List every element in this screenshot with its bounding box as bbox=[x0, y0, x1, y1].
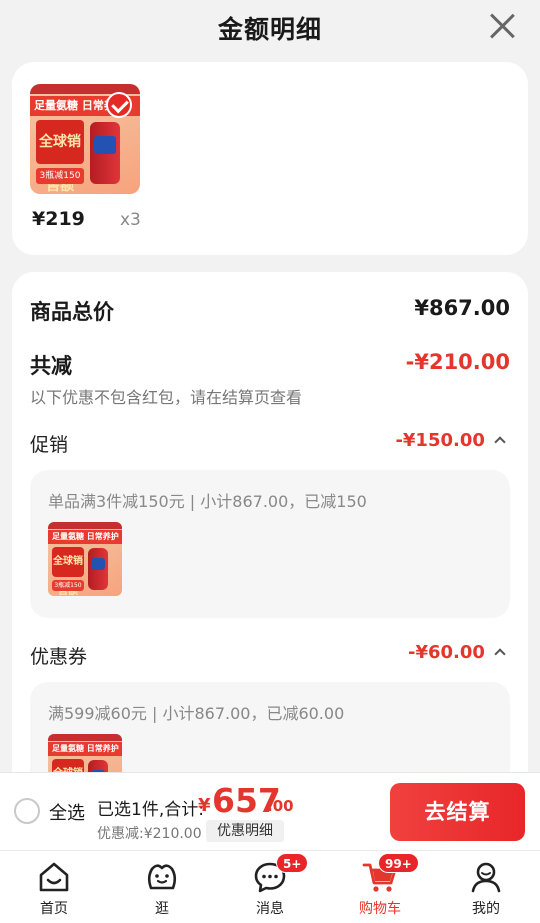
amount-detail-card: 商品总价 ¥867.00 共减 -¥210.00 以下优惠不包含红包，请在结算页… bbox=[12, 272, 528, 792]
promotion-detail-box: 单品满3件减150元 | 小计867.00，已减150 足量氨糖 日常养护 全球… bbox=[30, 470, 510, 618]
coupon-row[interactable]: 优惠券 -¥60.00 bbox=[30, 642, 510, 670]
nav-item-browse[interactable]: 逛 bbox=[122, 851, 202, 923]
header: 金额明细 bbox=[0, 0, 540, 54]
image-band bbox=[48, 522, 122, 529]
page-title: 金额明细 bbox=[217, 15, 322, 44]
promotion-row[interactable]: 促销 -¥150.00 bbox=[30, 430, 510, 458]
total-label: 商品总价 bbox=[30, 300, 114, 324]
image-promo: 3瓶减150 bbox=[36, 168, 84, 184]
profile-icon bbox=[471, 862, 501, 893]
bottom-nav: 首页 逛 5+ 消息 99+ 购物车 我的 bbox=[0, 850, 540, 923]
image-top1: 全球销售额 TOP1 bbox=[52, 547, 84, 596]
promotion-label: 促销 bbox=[30, 434, 69, 456]
home-icon bbox=[39, 862, 69, 892]
image-headline: 足量氨糖 日常养护 bbox=[48, 530, 122, 544]
reduce-label: 共减 bbox=[30, 354, 72, 378]
discount-amount: 优惠减:¥210.00 bbox=[97, 826, 202, 842]
coupon-value-wrap: -¥60.00 bbox=[407, 642, 506, 663]
product-price: ¥219 bbox=[32, 208, 85, 230]
cart-badge: 99+ bbox=[378, 853, 419, 873]
image-band bbox=[48, 734, 122, 741]
promotion-value: -¥150.00 bbox=[395, 430, 485, 451]
select-all-label[interactable]: 全选 bbox=[49, 799, 85, 825]
promotion-detail: 单品满3件减150元 | 小计867.00，已减150 bbox=[48, 492, 367, 511]
nav-label-profile: 我的 bbox=[472, 901, 500, 917]
checkout-bar: 全选 已选1件,合计: ¥ 657 .00 优惠减:¥210.00 优惠明细 去… bbox=[0, 772, 540, 850]
checkout-button[interactable]: 去结算 bbox=[390, 783, 525, 841]
message-badge: 5+ bbox=[276, 853, 309, 873]
total-row: 商品总价 ¥867.00 bbox=[30, 296, 510, 326]
select-all-radio[interactable] bbox=[14, 798, 40, 824]
chevron-up-icon[interactable] bbox=[494, 648, 506, 660]
nav-label-browse: 逛 bbox=[155, 901, 169, 917]
product-card: 足量氨糖 日常养护 全球销售额 TOP1 3瓶减150 ¥219 x3 bbox=[12, 62, 528, 255]
browse-icon bbox=[147, 864, 177, 890]
coupon-detail: 满599减60元 | 小计867.00，已减60.00 bbox=[48, 704, 345, 723]
reduce-row: 共减 -¥210.00 bbox=[30, 350, 510, 380]
promotion-value-wrap: -¥150.00 bbox=[395, 430, 506, 451]
discount-detail-button[interactable]: 优惠明细 bbox=[206, 820, 284, 842]
nav-label-message: 消息 bbox=[256, 901, 284, 917]
total-decimal: .00 bbox=[267, 797, 294, 815]
total-currency: ¥ bbox=[198, 795, 211, 816]
selected-check-icon bbox=[106, 92, 132, 118]
bottle-graphic bbox=[90, 122, 120, 184]
nav-label-cart: 购物车 bbox=[359, 901, 401, 917]
product-quantity: x3 bbox=[120, 210, 141, 230]
product-image[interactable]: 足量氨糖 日常养护 全球销售额 TOP1 3瓶减150 bbox=[30, 84, 140, 194]
image-top1: 全球销售额 TOP1 bbox=[36, 120, 84, 194]
nav-item-cart[interactable]: 99+ 购物车 bbox=[340, 851, 420, 923]
coupon-label: 优惠券 bbox=[30, 646, 88, 668]
promotion-product-image[interactable]: 足量氨糖 日常养护 全球销售额 TOP1 3瓶减150 bbox=[48, 522, 122, 596]
nav-label-home: 首页 bbox=[40, 901, 68, 917]
reduce-value: -¥210.00 bbox=[405, 350, 510, 374]
image-promo: 3瓶减150 bbox=[52, 580, 84, 591]
chevron-up-icon[interactable] bbox=[494, 436, 506, 448]
nav-item-message[interactable]: 5+ 消息 bbox=[230, 851, 310, 923]
discount-note: 以下优惠不包含红包，请在结算页查看 bbox=[30, 388, 303, 407]
image-headline: 足量氨糖 日常养护 bbox=[48, 742, 122, 756]
total-value: ¥867.00 bbox=[414, 296, 510, 320]
coupon-value: -¥60.00 bbox=[407, 642, 485, 663]
selected-summary: 已选1件,合计: bbox=[97, 800, 204, 820]
close-icon[interactable] bbox=[488, 12, 516, 40]
nav-item-profile[interactable]: 我的 bbox=[446, 851, 526, 923]
bottle-graphic bbox=[88, 548, 108, 590]
nav-item-home[interactable]: 首页 bbox=[14, 851, 94, 923]
